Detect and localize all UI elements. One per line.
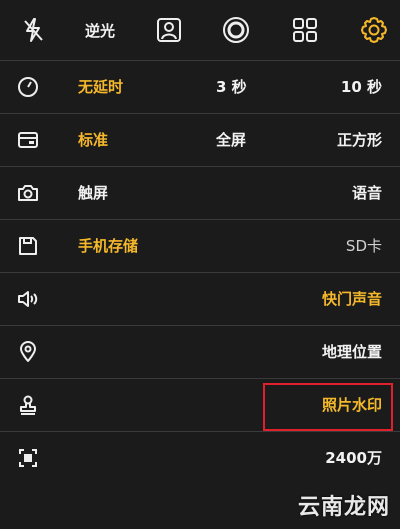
timer-option-3s[interactable]: 3 秒 (216, 61, 247, 113)
ratio-option-square[interactable]: 正方形 (337, 114, 382, 166)
site-watermark-part2: 龙网 (343, 495, 390, 520)
site-watermark-part1: 云南 (297, 495, 344, 520)
shutter-sound-row: 快门声音 (0, 273, 400, 326)
aspect-ratio-icon (16, 128, 40, 152)
timer-row: 无延时 3 秒 10 秒 (0, 61, 400, 114)
capture-mode-row: 触屏 语音 (0, 167, 400, 220)
top-toolbar: 逆光 (0, 0, 400, 61)
storage-option-phone[interactable]: 手机存储 (78, 220, 138, 272)
timer-option-10s[interactable]: 10 秒 (341, 61, 382, 113)
save-icon (16, 234, 40, 258)
resolution-row: 2400万 (0, 432, 400, 484)
capture-option-voice[interactable]: 语音 (352, 167, 382, 219)
timer-icon (16, 75, 40, 99)
aspect-ratio-row: 标准 全屏 正方形 (0, 114, 400, 167)
capture-option-touch[interactable]: 触屏 (78, 167, 108, 219)
camera-icon (16, 181, 40, 205)
backlight-button[interactable]: 逆光 (78, 10, 122, 50)
shutter-ring-icon[interactable] (221, 10, 251, 50)
resolution-value[interactable]: 2400万 (325, 432, 382, 484)
site-watermark: 云南龙网 (298, 489, 390, 521)
highlight-box (263, 383, 393, 431)
storage-row: 手机存储 SD卡 (0, 220, 400, 273)
location-pin-icon (16, 340, 40, 364)
timer-option-none[interactable]: 无延时 (78, 61, 123, 113)
shutter-sound-toggle[interactable]: 快门声音 (322, 273, 382, 325)
portrait-icon[interactable] (154, 10, 184, 50)
ratio-option-standard[interactable]: 标准 (78, 114, 108, 166)
gear-icon[interactable] (358, 10, 390, 50)
flash-off-icon[interactable] (18, 10, 48, 50)
stamp-icon (16, 393, 40, 417)
backlight-label: 逆光 (84, 21, 115, 40)
grid-icon[interactable] (290, 10, 320, 50)
location-toggle[interactable]: 地理位置 (322, 326, 382, 378)
speaker-icon (16, 287, 40, 311)
storage-option-sd[interactable]: SD卡 (346, 220, 382, 272)
location-row: 地理位置 (0, 326, 400, 379)
resolution-icon (16, 446, 40, 470)
ratio-option-fullscreen[interactable]: 全屏 (216, 114, 246, 166)
